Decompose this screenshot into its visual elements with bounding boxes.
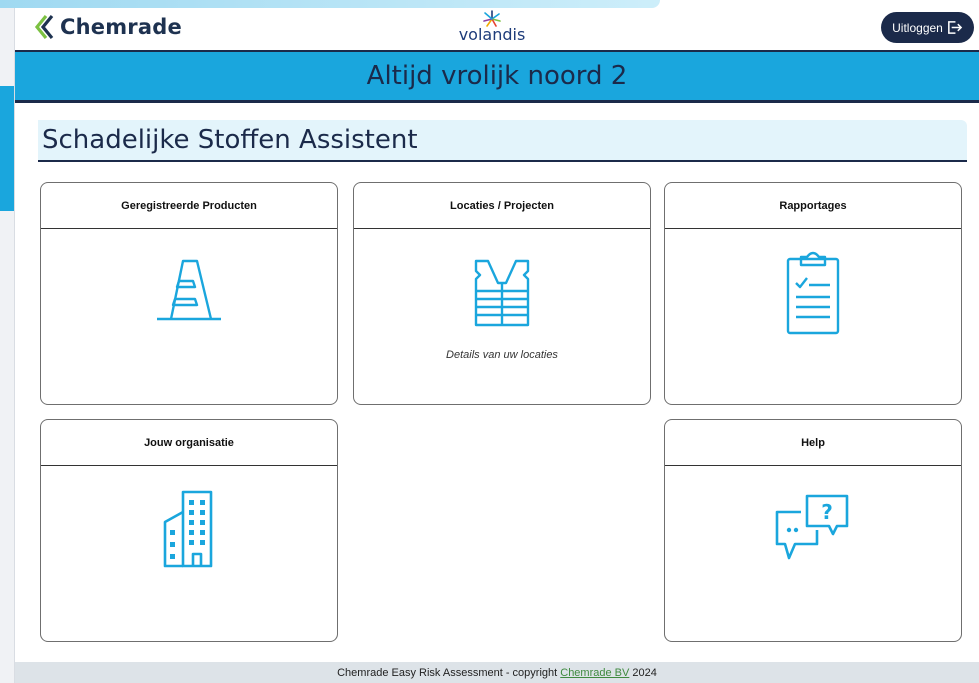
chemrade-logo-mark-icon: [34, 14, 54, 40]
card-description: Details van uw locaties: [446, 349, 558, 361]
card-title: Jouw organisatie: [41, 420, 337, 466]
logout-button[interactable]: Uitloggen: [881, 12, 974, 43]
traffic-cone-icon: [157, 259, 221, 321]
page-title: Schadelijke Stoffen Assistent: [42, 125, 418, 155]
card-geregistreerde-producten[interactable]: Geregistreerde Producten: [40, 182, 338, 405]
clipboard-checklist-icon: [786, 251, 840, 335]
card-title: Locaties / Projecten: [354, 183, 650, 229]
left-edge-strip: [0, 0, 15, 683]
card-help[interactable]: Help ?: [664, 419, 962, 642]
chemrade-logo[interactable]: Chemrade: [32, 12, 182, 42]
footer: Chemrade Easy Risk Assessment - copyrigh…: [15, 662, 979, 683]
footer-chemrade-link[interactable]: Chemrade BV: [560, 667, 629, 679]
svg-text:?: ?: [821, 500, 833, 524]
top-bar: Chemrade volandis Uitloggen: [15, 8, 979, 50]
card-title: Rapportages: [665, 183, 961, 229]
logout-icon: [947, 21, 963, 34]
left-edge-accent: [0, 86, 14, 211]
buildings-icon: [163, 490, 213, 568]
card-rapportages[interactable]: Rapportages: [664, 182, 962, 405]
location-title: Altijd vrolijk noord 2: [366, 61, 628, 91]
chat-question-icon: ?: [775, 494, 849, 560]
safety-vest-icon: [474, 259, 530, 327]
chemrade-logo-text: Chemrade: [60, 15, 182, 39]
logout-label: Uitloggen: [892, 20, 943, 35]
card-title: Help: [665, 420, 961, 466]
footer-year: 2024: [629, 666, 657, 679]
volandis-logo: volandis: [452, 10, 532, 50]
footer-text: Chemrade Easy Risk Assessment - copyrigh…: [337, 666, 561, 679]
top-decorative-swoosh: [0, 0, 660, 8]
app-window: Chemrade volandis Uitloggen Altijd vroli…: [15, 8, 979, 683]
card-locaties-projecten[interactable]: Locaties / Projecten Details van uw loca…: [353, 182, 651, 405]
card-jouw-organisatie[interactable]: Jouw organisatie: [40, 419, 338, 642]
card-title: Geregistreerde Producten: [41, 183, 337, 229]
volandis-logo-text: volandis: [458, 25, 526, 44]
location-banner: Altijd vrolijk noord 2: [15, 50, 979, 103]
page-header: Schadelijke Stoffen Assistent: [38, 120, 967, 162]
